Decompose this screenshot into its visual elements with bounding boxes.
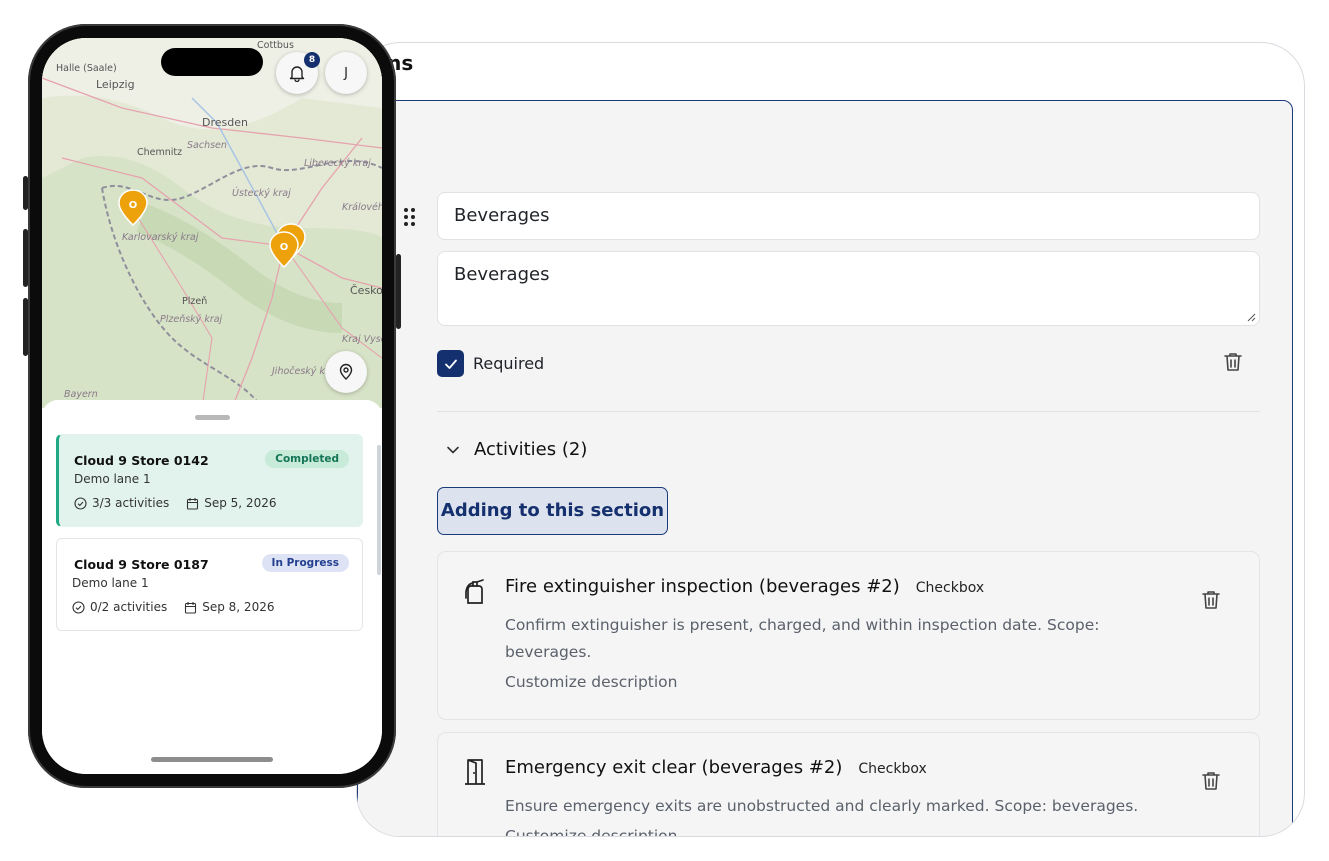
check-circle-icon [74, 496, 87, 510]
section-editor-panel: tions Beverages Beverages Required [356, 42, 1305, 837]
map-label: Chemnitz [137, 147, 182, 158]
store-name: Cloud 9 Store 0187 [74, 557, 209, 572]
activity-title: Fire extinguisher inspection (beverages … [505, 576, 984, 597]
adding-to-section-button[interactable]: Adding to this section [437, 487, 668, 535]
map-label: Sachsen [187, 140, 227, 151]
map-label: Liberecký kraj [304, 158, 371, 169]
store-name: Cloud 9 Store 0142 [74, 453, 209, 468]
phone-screen: Cottbus Halle (Saale) Leipzig Dresden Ch… [42, 38, 382, 774]
section-card: Beverages Beverages Required Activities … [357, 100, 1293, 836]
map[interactable]: Cottbus Halle (Saale) Leipzig Dresden Ch… [42, 38, 382, 408]
activity-card: Fire extinguisher inspection (beverages … [437, 551, 1260, 720]
status-badge: Completed [265, 450, 349, 468]
bell-icon [289, 66, 305, 82]
section-description-value: Beverages [454, 264, 550, 285]
divider [437, 411, 1260, 412]
delete-activity-trash-icon[interactable] [1200, 589, 1222, 611]
svg-text:O: O [280, 242, 289, 253]
emergency-exit-door-icon [465, 759, 485, 785]
check-icon [444, 359, 457, 369]
calendar-icon [187, 497, 199, 510]
section-description-textarea[interactable]: Beverages [437, 251, 1260, 326]
phone-volume-down [23, 298, 28, 356]
fire-extinguisher-icon [465, 579, 484, 604]
map-label: Královéh [342, 202, 382, 213]
map-label: Cottbus [257, 40, 294, 51]
activities-toggle[interactable]: Activities (2) [446, 439, 587, 460]
activities-count: 0/2 activities [90, 600, 168, 614]
map-label: Leipzig [96, 78, 135, 91]
map-label: Bayern [64, 389, 98, 400]
store-lane: Demo lane 1 [72, 576, 149, 590]
calendar-icon [185, 601, 197, 614]
map-label: Karlovarský kraj [122, 232, 199, 243]
avatar-initial: J [344, 65, 348, 81]
map-label: Česko [350, 284, 382, 297]
visit-date: Sep 5, 2026 [204, 496, 277, 510]
activity-title: Emergency exit clear (beverages #2) Check… [505, 757, 927, 778]
store-list-sheet: Cloud 9 Store 0142 Completed Demo lane 1… [42, 400, 382, 774]
store-card[interactable]: Cloud 9 Store 0187 In Progress Demo lane… [56, 538, 363, 631]
map-label: Ústecký kraj [232, 187, 291, 199]
map-label: Plzeňský kraj [160, 314, 223, 325]
store-card[interactable]: Cloud 9 Store 0142 Completed Demo lane 1… [56, 434, 363, 527]
store-lane: Demo lane 1 [74, 472, 151, 486]
home-indicator [151, 757, 273, 762]
resize-grip-icon[interactable] [1247, 313, 1256, 322]
phone-side-button [23, 176, 28, 210]
store-meta: 3/3 activities Sep 5, 2026 [74, 496, 293, 510]
notification-count-badge: 8 [304, 52, 320, 68]
customize-description-link[interactable]: Customize description [505, 827, 677, 836]
activity-type: Checkbox [858, 761, 927, 777]
required-checkbox[interactable] [437, 350, 464, 377]
customize-description-link[interactable]: Customize description [505, 673, 677, 691]
phone-power-button [396, 254, 401, 329]
activity-title-text: Emergency exit clear (beverages #2) [505, 757, 843, 778]
chevron-down-icon [447, 446, 459, 453]
required-label: Required [473, 354, 545, 373]
phone-mockup: Cottbus Halle (Saale) Leipzig Dresden Ch… [23, 24, 401, 788]
scrollbar[interactable] [377, 445, 381, 575]
store-meta: 0/2 activities Sep 8, 2026 [72, 600, 291, 614]
map-label: Dresden [202, 116, 248, 129]
map-label: Plzeň [182, 296, 207, 307]
drag-handle-icon[interactable] [404, 208, 418, 226]
activity-card: Emergency exit clear (beverages #2) Check… [437, 732, 1260, 836]
svg-text:O: O [129, 200, 138, 211]
activity-type: Checkbox [915, 580, 985, 596]
status-badge: In Progress [261, 554, 349, 572]
activities-heading: Activities (2) [474, 439, 588, 460]
sheet-drag-handle[interactable] [195, 415, 230, 420]
map-label: Kraj Vyso [342, 334, 382, 345]
check-circle-icon [72, 600, 85, 614]
activities-count: 3/3 activities [92, 496, 170, 510]
activity-description: Confirm extinguisher is present, charged… [505, 616, 1100, 661]
visit-date: Sep 8, 2026 [202, 600, 275, 614]
map-label: Halle (Saale) [56, 63, 117, 74]
dynamic-island [161, 48, 263, 76]
required-row: Required [437, 350, 544, 377]
section-title-input[interactable]: Beverages [437, 192, 1260, 240]
locate-me-button[interactable] [325, 351, 367, 393]
delete-section-trash-icon[interactable] [1222, 351, 1244, 373]
activity-description: Ensure emergency exits are unobstructed … [505, 797, 1139, 815]
delete-activity-trash-icon[interactable] [1200, 770, 1222, 792]
avatar[interactable]: J [325, 52, 367, 94]
location-pin-icon [339, 363, 353, 380]
activity-title-text: Fire extinguisher inspection (beverages … [505, 576, 900, 597]
phone-volume-up [23, 229, 28, 287]
